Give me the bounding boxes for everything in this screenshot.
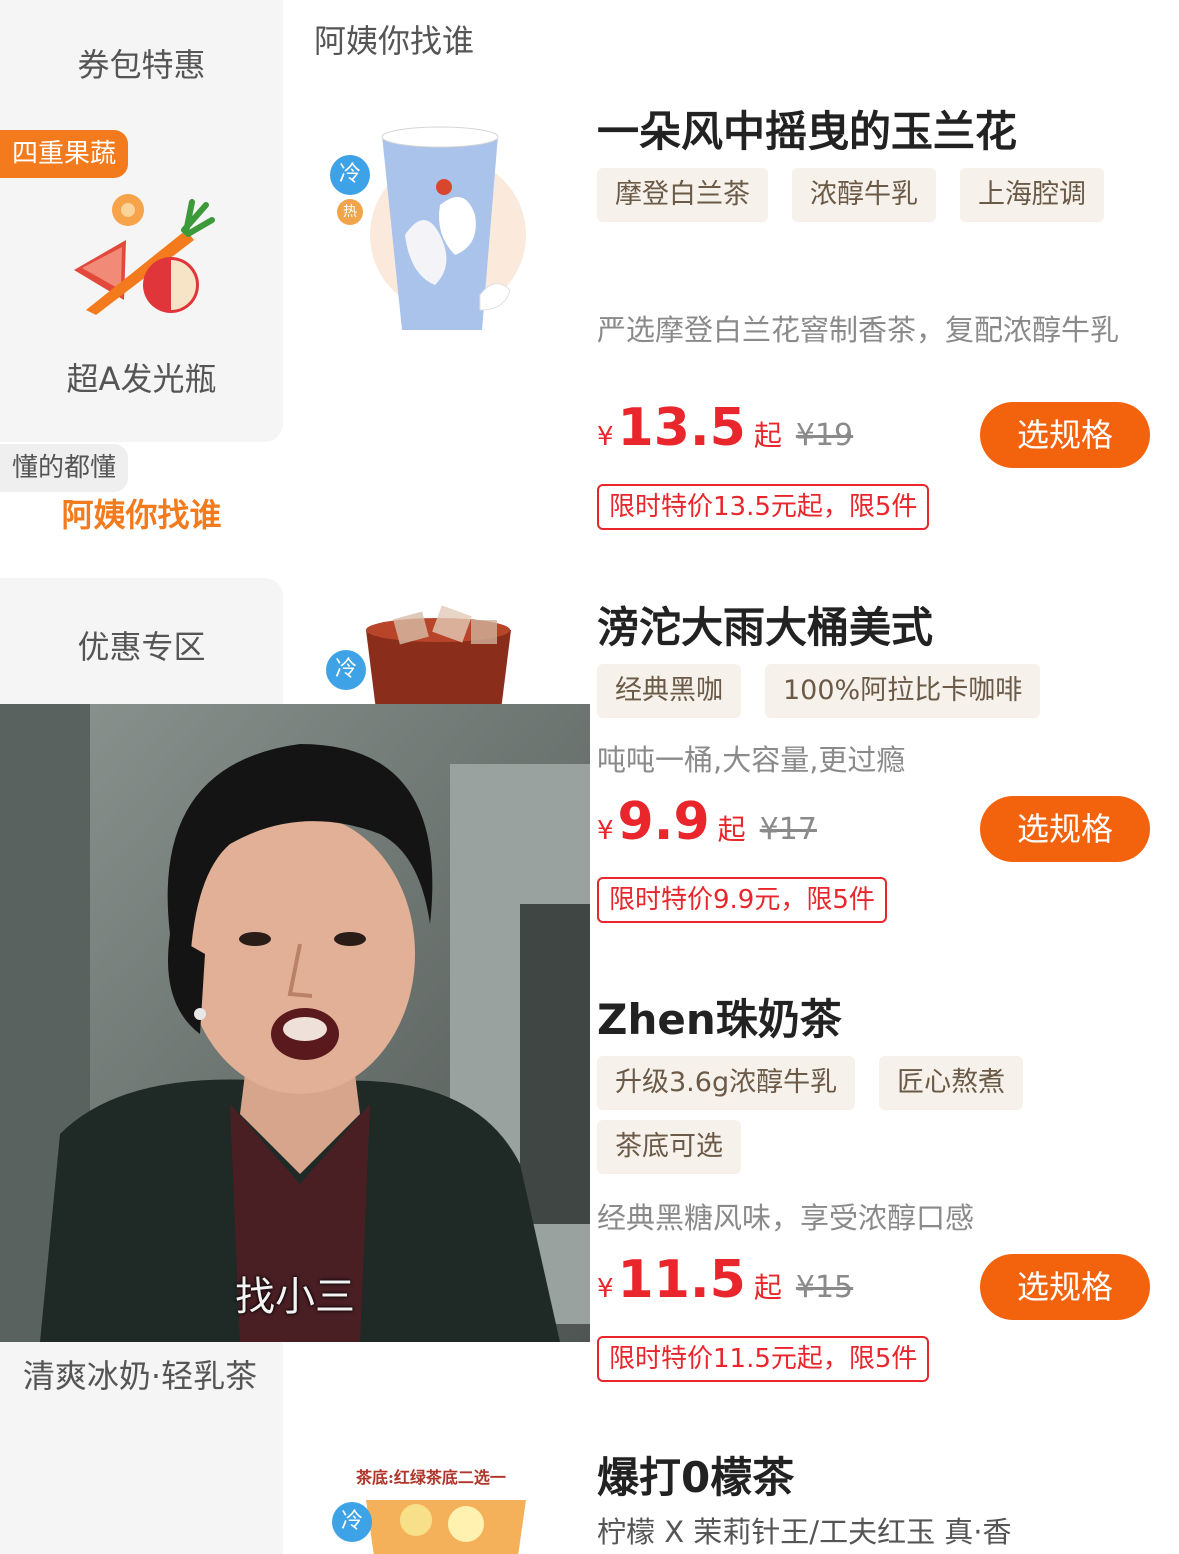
sidebar-badge-fruit: 四重果蔬 [0, 130, 129, 178]
select-spec-button[interactable]: 选规格 [980, 796, 1150, 862]
product-price: ¥ 11.5 起 ¥15 [597, 1250, 853, 1310]
select-spec-button[interactable]: 选规格 [980, 1254, 1150, 1320]
sidebar-item-iced-milk[interactable]: 清爽冰奶·轻乳茶 [20, 1350, 260, 1402]
hot-icon: 热 [337, 199, 363, 225]
fruit-veggie-icon [74, 194, 215, 315]
product-desc: 吨吨一桶,大容量,更过瘾 [597, 743, 906, 777]
original-price: ¥15 [795, 1270, 854, 1305]
product-desc: 严选摩登白兰花窨制香茶，复配浓醇牛乳 [597, 313, 1120, 347]
product-tag: 摩登白兰茶 [597, 168, 768, 222]
lemon-tea-image [366, 1500, 526, 1554]
product-name: Zhen珠奶茶 [597, 995, 842, 1044]
product-tag: 匠心熬煮 [879, 1056, 1024, 1110]
product-image-americano[interactable]: 冷 [326, 600, 526, 704]
currency-symbol: ¥ [597, 1274, 614, 1304]
product-name: 滂沱大雨大桶美式 [597, 603, 934, 652]
original-price: ¥17 [759, 812, 817, 847]
price-value: 11.5 [617, 1250, 746, 1310]
product-tags: 摩登白兰茶 浓醇牛乳 上海腔调 [597, 168, 1157, 222]
sidebar-item-glow-bottle[interactable]: 超A发光瓶 [0, 354, 283, 400]
price-from-label: 起 [753, 1271, 782, 1304]
sidebar-badge-insider: 懂的都懂 [0, 444, 129, 492]
product-price: ¥ 13.5 起 ¥19 [597, 398, 853, 458]
meme-image: 找小三 [0, 704, 590, 1342]
sidebar-item-auntie[interactable]: 阿姨你找谁 [0, 490, 283, 536]
price-value: 9.9 [617, 792, 710, 852]
cold-icon: 冷 [332, 1502, 372, 1542]
product-name: 爆打0檬茶 [597, 1453, 795, 1502]
product-tag: 茶底可选 [597, 1120, 741, 1174]
woman-shouting-image [0, 704, 590, 1342]
currency-symbol: ¥ [597, 422, 614, 452]
sidebar-item-coupon[interactable]: 券包特惠 [0, 40, 283, 86]
promo-badge: 限时特价13.5元起，限5件 [597, 484, 930, 530]
product-image-magnolia[interactable]: 冷 热 [330, 125, 540, 345]
product-desc: 经典黑糖风味，享受浓醇口感 [597, 1201, 975, 1235]
price-value: 13.5 [617, 398, 746, 458]
sidebar-group-top: 券包特惠 四重果蔬 超A发光瓶 [0, 0, 283, 442]
product-tag: 100%阿拉比卡咖啡 [765, 664, 1041, 718]
product-name: 一朵风中摇曳的玉兰花 [597, 107, 1018, 156]
product-tag: 浓醇牛乳 [792, 168, 936, 222]
promo-badge: 限时特价11.5元起，限5件 [597, 1336, 930, 1382]
promo-badge: 限时特价9.9元，限5件 [597, 877, 887, 923]
sidebar-item-discount[interactable]: 优惠专区 [0, 622, 283, 668]
product-tags: 经典黑咖 100%阿拉比卡咖啡 [597, 664, 1157, 718]
product-tags: 升级3.6g浓醇牛乳 匠心熬煮 茶底可选 [597, 1056, 1157, 1174]
product-price: ¥ 9.9 起 ¥17 [597, 792, 817, 852]
section-title: 阿姨你找谁 [314, 22, 475, 60]
meme-caption: 找小三 [235, 1274, 355, 1320]
product-tag: 升级3.6g浓醇牛乳 [597, 1056, 856, 1110]
price-from-label: 起 [717, 813, 746, 846]
product-tag: 经典黑咖 [597, 664, 741, 718]
cold-icon: 冷 [326, 650, 366, 690]
product-desc: 柠檬 X 茉莉针王/工夫红玉 真·香 [597, 1515, 1012, 1549]
original-price: ¥19 [795, 418, 854, 453]
currency-symbol: ¥ [597, 816, 614, 846]
product-tag: 上海腔调 [960, 168, 1104, 222]
thumb-caption: 茶底:红绿茶底二选一 [356, 1468, 506, 1487]
cold-icon: 冷 [330, 155, 370, 195]
price-from-label: 起 [753, 419, 782, 452]
product-image-lemon-tea[interactable]: 茶底:红绿茶底二选一 冷 [326, 1460, 546, 1554]
select-spec-button[interactable]: 选规格 [980, 402, 1150, 468]
